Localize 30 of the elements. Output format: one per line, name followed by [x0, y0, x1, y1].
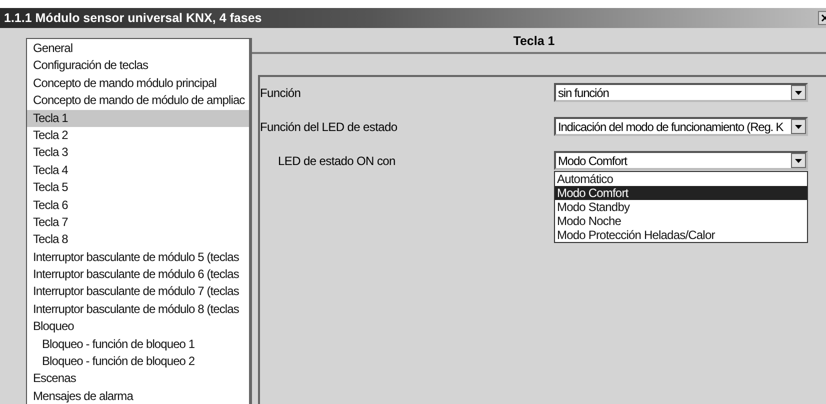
list-item[interactable]: Bloqueo	[27, 318, 249, 336]
list-item[interactable]: Concepto de mando módulo principal	[27, 74, 249, 92]
list-item[interactable]: Bloqueo - función de bloqueo 1	[27, 336, 249, 354]
list-item[interactable]: Interruptor basculante de módulo 7 (teclas	[27, 283, 249, 301]
window-title: 1.1.1 Módulo sensor universal KNX, 4 fases	[4, 11, 262, 25]
list-item[interactable]: Bloqueo - función de bloqueo 2	[27, 353, 249, 370]
list-item[interactable]: Interruptor basculante de módulo 6 (teclas	[27, 266, 249, 284]
list-item[interactable]: Tecla 6	[27, 196, 249, 214]
dropdown[interactable]: sin función	[554, 83, 808, 102]
parameter-label: LED de estado ON con	[277, 153, 396, 168]
parameter-label: Función del LED de estado	[260, 119, 398, 134]
list-item[interactable]: General	[27, 40, 249, 58]
list-item[interactable]: Interruptor basculante de módulo 5 (teclas	[27, 248, 249, 266]
list-item[interactable]: Tecla 1	[27, 110, 249, 127]
parameter-label: Función	[260, 85, 302, 100]
list-item[interactable]: Tecla 7	[27, 214, 249, 232]
list-item[interactable]: Concepto de mando de módulo de ampliac	[27, 92, 249, 110]
list-item[interactable]: Escenas	[27, 370, 249, 388]
list-item[interactable]: Tecla 3	[27, 144, 249, 162]
list-item[interactable]: Tecla 5	[27, 179, 249, 197]
list-item[interactable]: Tecla 8	[27, 231, 249, 249]
list-item[interactable]: Tecla 4	[27, 162, 249, 180]
dropdown[interactable]: Modo Comfort	[554, 151, 808, 170]
panel-title: Tecla 1	[513, 34, 555, 48]
list-item[interactable]: Interruptor basculante de módulo 8 (teclas	[27, 300, 249, 318]
list-item[interactable]: Tecla 2	[27, 126, 249, 144]
list-item[interactable]: Mensajes de alarma	[27, 388, 249, 404]
dropdown[interactable]: Indicación del modo de funcionamiento (Reg. K	[554, 117, 808, 136]
dropdown-option[interactable]: Modo Comfort	[555, 186, 807, 200]
list-item[interactable]: Configuración de teclas	[27, 57, 249, 75]
